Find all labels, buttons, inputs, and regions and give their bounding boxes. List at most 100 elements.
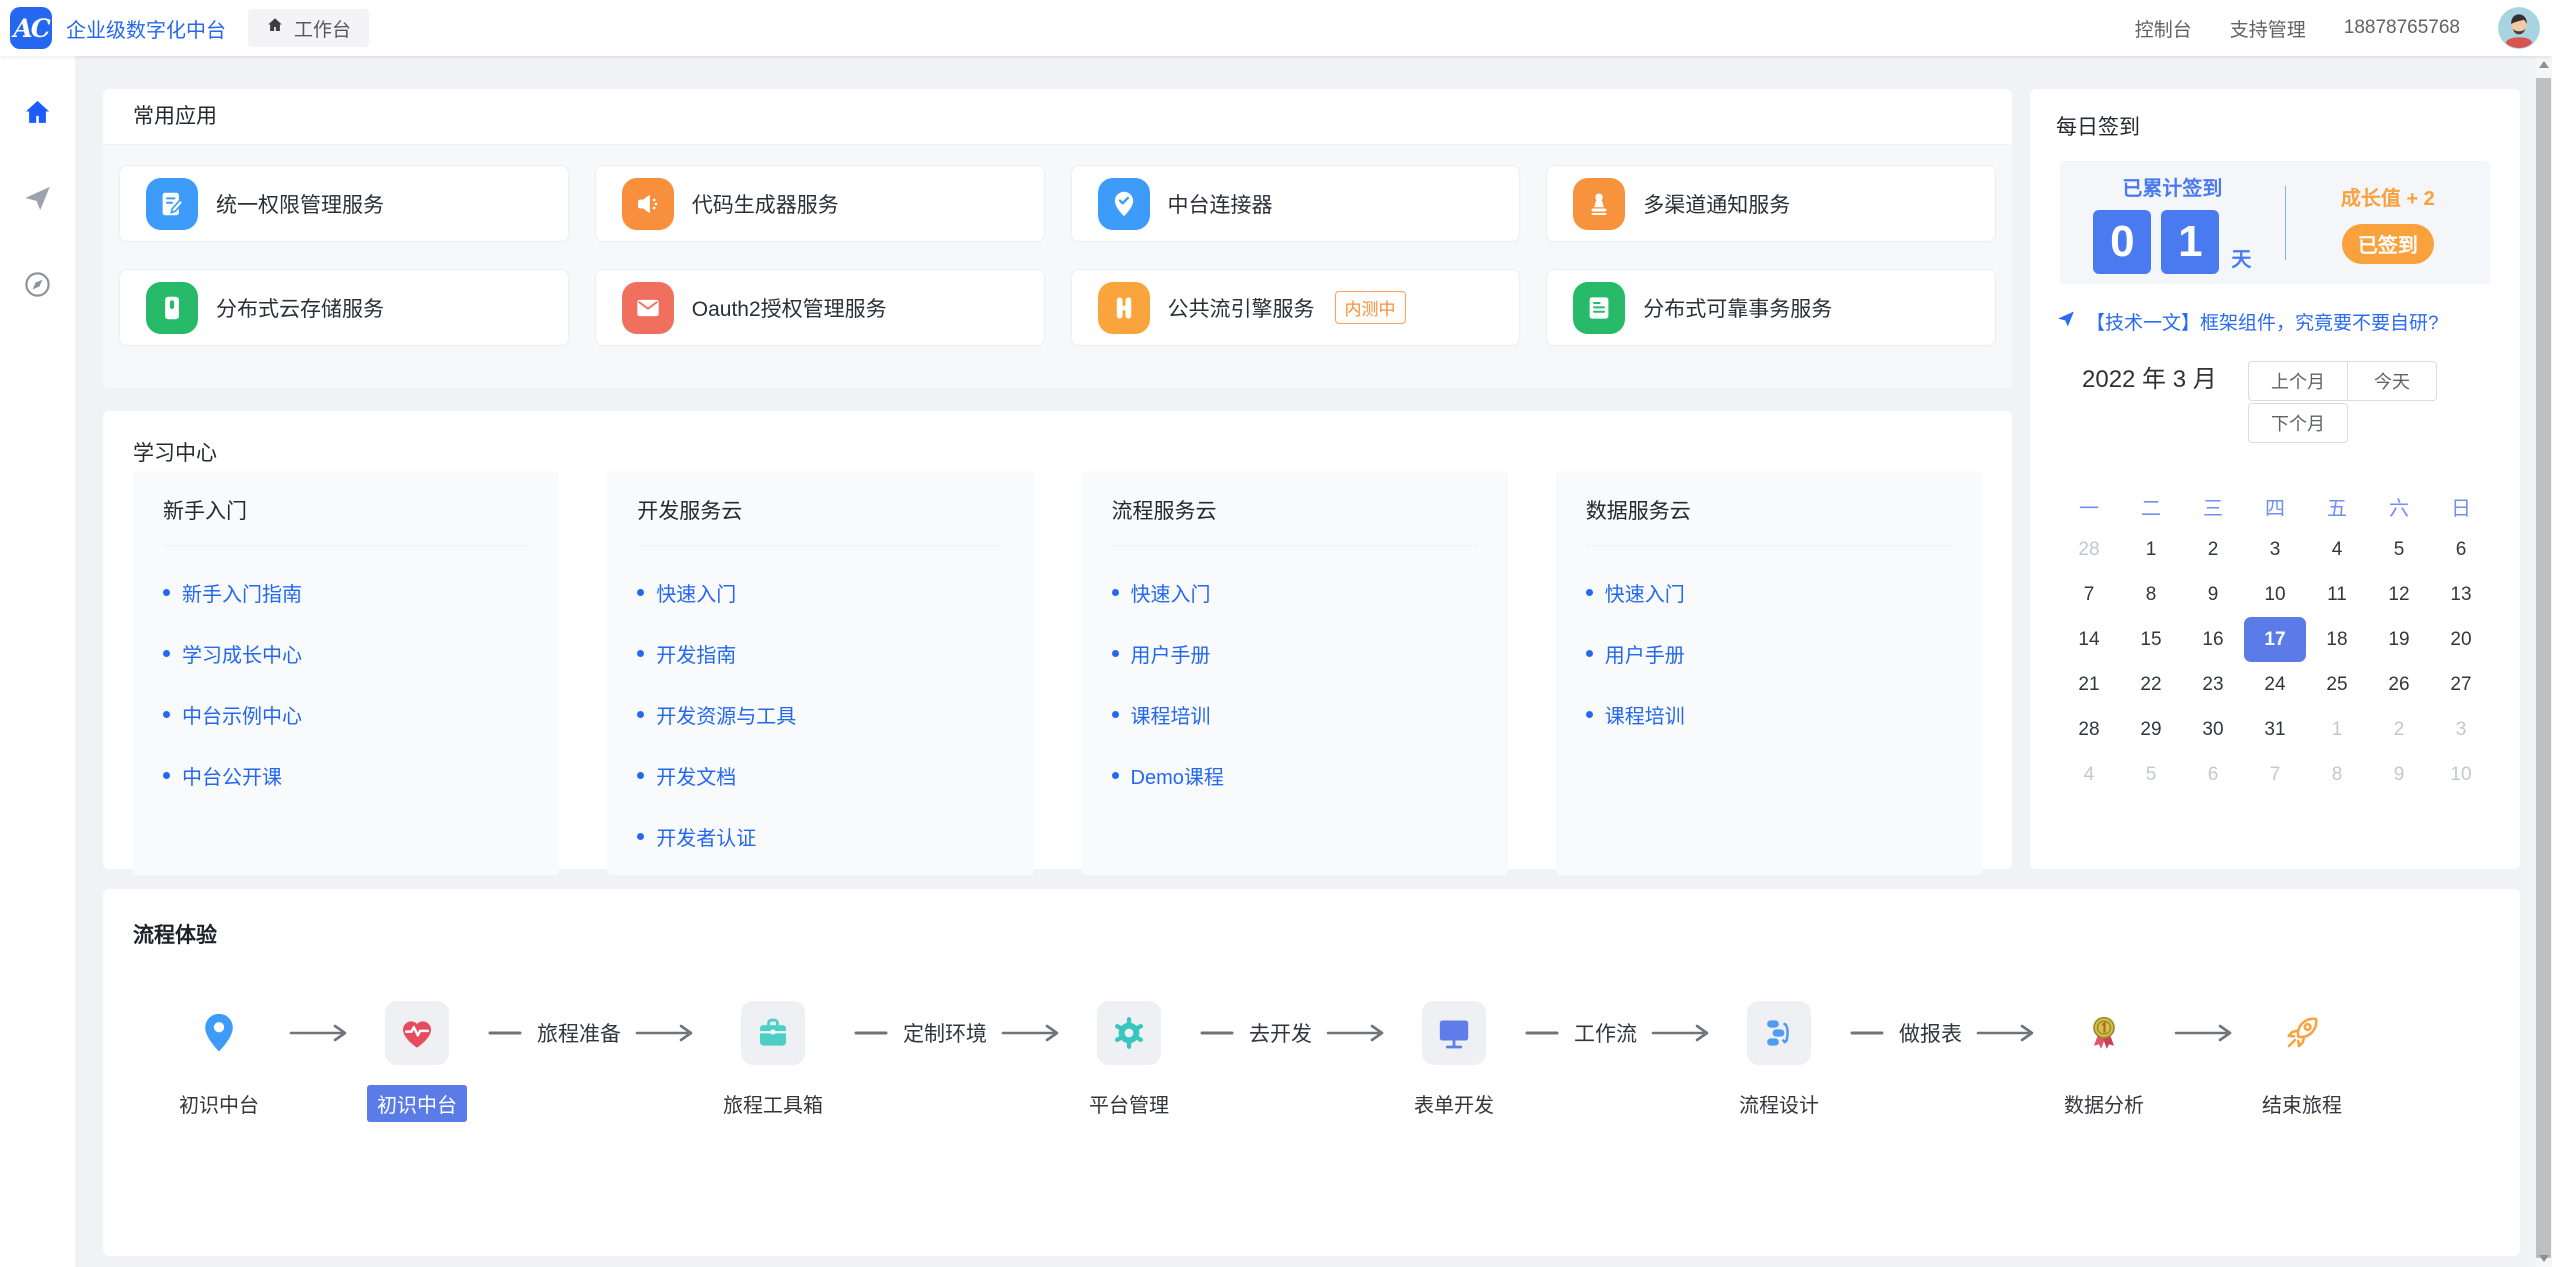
calendar-day[interactable]: 23 bbox=[2182, 662, 2244, 707]
learning-link[interactable]: 快速入门 bbox=[1112, 578, 1478, 607]
learning-link[interactable]: 中台示例中心 bbox=[163, 700, 529, 729]
learning-link[interactable]: 快速入门 bbox=[637, 578, 1003, 607]
flow-step[interactable]: 结束旅程 bbox=[2252, 1001, 2352, 1122]
calendar-day[interactable]: 10 bbox=[2244, 572, 2306, 617]
flow-step[interactable]: 旅程工具箱 bbox=[713, 1001, 833, 1122]
calendar-day[interactable]: 4 bbox=[2058, 752, 2120, 797]
calendar-day[interactable]: 13 bbox=[2430, 572, 2492, 617]
calendar-day[interactable]: 4 bbox=[2306, 527, 2368, 572]
calendar-day[interactable]: 18 bbox=[2306, 617, 2368, 662]
flow-step[interactable]: 初识中台 bbox=[169, 1001, 269, 1122]
learning-columns: 新手入门新手入门指南学习成长中心中台示例中心中台公开课 开发服务云快速入门开发指… bbox=[133, 471, 1982, 843]
scroll-up-button[interactable] bbox=[2535, 56, 2552, 73]
flow-step[interactable]: 数据分析 bbox=[2054, 1001, 2154, 1122]
app-card[interactable]: 公共流引擎服务 内测中 bbox=[1071, 269, 1521, 346]
calendar-day[interactable]: 31 bbox=[2244, 707, 2306, 752]
scroll-down-button[interactable] bbox=[2535, 1250, 2552, 1267]
learning-link[interactable]: 开发指南 bbox=[637, 639, 1003, 668]
calendar-day[interactable]: 29 bbox=[2120, 707, 2182, 752]
learning-link[interactable]: 中台公开课 bbox=[163, 761, 529, 790]
rail-item-paper-plane[interactable] bbox=[21, 184, 55, 218]
calendar-day[interactable]: 3 bbox=[2244, 527, 2306, 572]
tab-workbench[interactable]: 工作台 bbox=[248, 9, 369, 47]
calendar-day[interactable]: 14 bbox=[2058, 617, 2120, 662]
learning-link[interactable]: 开发者认证 bbox=[637, 822, 1003, 851]
calendar-day[interactable]: 20 bbox=[2430, 617, 2492, 662]
calendar-day[interactable]: 28 bbox=[2058, 707, 2120, 752]
paper-plane-icon bbox=[22, 183, 53, 219]
calendar-day[interactable]: 24 bbox=[2244, 662, 2306, 707]
app-card[interactable]: 多渠道通知服务 bbox=[1546, 165, 1996, 242]
flow-step[interactable]: 平台管理 bbox=[1079, 1001, 1179, 1122]
home-icon bbox=[22, 97, 53, 133]
app-card[interactable]: 统一权限管理服务 bbox=[119, 165, 569, 242]
learning-link[interactable]: 课程培训 bbox=[1586, 700, 1952, 729]
flow-step[interactable]: 初识中台 bbox=[367, 1001, 467, 1122]
calendar-day[interactable]: 8 bbox=[2120, 572, 2182, 617]
calendar-day[interactable]: 19 bbox=[2368, 617, 2430, 662]
learning-link[interactable]: 新手入门指南 bbox=[163, 578, 529, 607]
calendar-day[interactable]: 10 bbox=[2430, 752, 2492, 797]
calendar-day[interactable]: 1 bbox=[2306, 707, 2368, 752]
calendar-day[interactable]: 28 bbox=[2058, 527, 2120, 572]
app-card[interactable]: Oauth2授权管理服务 bbox=[595, 269, 1045, 346]
user-avatar[interactable] bbox=[2498, 7, 2540, 49]
app-card[interactable]: 分布式云存储服务 bbox=[119, 269, 569, 346]
calendar-day[interactable]: 27 bbox=[2430, 662, 2492, 707]
learning-link[interactable]: 课程培训 bbox=[1112, 700, 1478, 729]
calendar-day[interactable]: 22 bbox=[2120, 662, 2182, 707]
app-label: 中台连接器 bbox=[1168, 189, 1273, 219]
calendar-day[interactable]: 25 bbox=[2306, 662, 2368, 707]
calendar-day[interactable]: 6 bbox=[2430, 527, 2492, 572]
calendar-day[interactable]: 2 bbox=[2182, 527, 2244, 572]
next-month-button[interactable]: 下个月 bbox=[2248, 403, 2348, 443]
article-link[interactable]: 【技术一文】框架组件，究竟要不要自研? bbox=[2056, 308, 2494, 335]
calendar-day-selected[interactable]: 17 bbox=[2244, 617, 2306, 662]
calendar-day[interactable]: 11 bbox=[2306, 572, 2368, 617]
learning-link[interactable]: 用户手册 bbox=[1586, 639, 1952, 668]
calendar-day[interactable]: 15 bbox=[2120, 617, 2182, 662]
nav-phone-number[interactable]: 18878765768 bbox=[2344, 17, 2460, 39]
nav-console[interactable]: 控制台 bbox=[2135, 15, 2192, 42]
learning-link[interactable]: 用户手册 bbox=[1112, 639, 1478, 668]
learning-link-label: 开发者认证 bbox=[656, 822, 756, 851]
today-button[interactable]: 今天 bbox=[2348, 361, 2437, 401]
nav-support[interactable]: 支持管理 bbox=[2230, 15, 2306, 42]
calendar-day[interactable]: 26 bbox=[2368, 662, 2430, 707]
calendar-day[interactable]: 16 bbox=[2182, 617, 2244, 662]
calendar-day[interactable]: 2 bbox=[2368, 707, 2430, 752]
flow-step[interactable]: 表单开发 bbox=[1404, 1001, 1504, 1122]
flow-step-label: 数据分析 bbox=[2054, 1085, 2154, 1122]
calendar-day[interactable]: 8 bbox=[2306, 752, 2368, 797]
learning-link[interactable]: Demo课程 bbox=[1112, 761, 1478, 790]
calendar-day[interactable]: 1 bbox=[2120, 527, 2182, 572]
learning-link[interactable]: 开发文档 bbox=[637, 761, 1003, 790]
stamp-icon bbox=[1573, 178, 1625, 230]
calendar-day[interactable]: 9 bbox=[2182, 572, 2244, 617]
app-card[interactable]: 中台连接器 bbox=[1071, 165, 1521, 242]
calendar-day[interactable]: 7 bbox=[2244, 752, 2306, 797]
app-card[interactable]: 分布式可靠事务服务 bbox=[1546, 269, 1996, 346]
learning-link[interactable]: 学习成长中心 bbox=[163, 639, 529, 668]
weekday-label: 三 bbox=[2182, 485, 2244, 527]
common-apps-title: 常用应用 bbox=[103, 89, 2012, 145]
prev-month-button[interactable]: 上个月 bbox=[2248, 361, 2348, 401]
learning-link[interactable]: 开发资源与工具 bbox=[637, 700, 1003, 729]
calendar-day[interactable]: 7 bbox=[2058, 572, 2120, 617]
calendar-day[interactable]: 9 bbox=[2368, 752, 2430, 797]
signed-button[interactable]: 已签到 bbox=[2342, 224, 2434, 264]
calendar-day[interactable]: 3 bbox=[2430, 707, 2492, 752]
flow-step[interactable]: 流程设计 bbox=[1729, 1001, 1829, 1122]
rail-item-compass[interactable] bbox=[21, 270, 55, 304]
calendar-day[interactable]: 21 bbox=[2058, 662, 2120, 707]
app-card[interactable]: 代码生成器服务 bbox=[595, 165, 1045, 242]
learning-link[interactable]: 快速入门 bbox=[1586, 578, 1952, 607]
calendar-day[interactable]: 6 bbox=[2182, 752, 2244, 797]
scrollbar-thumb[interactable] bbox=[2536, 78, 2551, 1258]
calendar-day[interactable]: 30 bbox=[2182, 707, 2244, 752]
rail-item-home[interactable] bbox=[21, 98, 55, 132]
calendar-day[interactable]: 5 bbox=[2368, 527, 2430, 572]
calendar-day[interactable]: 5 bbox=[2120, 752, 2182, 797]
calendar-day[interactable]: 12 bbox=[2368, 572, 2430, 617]
monitor-icon bbox=[1422, 1001, 1486, 1065]
